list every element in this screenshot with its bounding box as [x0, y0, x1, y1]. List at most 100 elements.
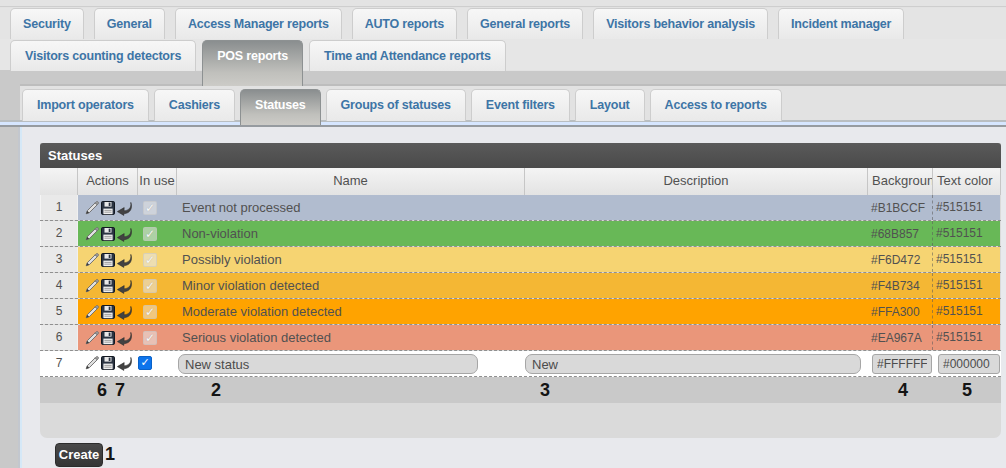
edit-pencil-icon[interactable]	[84, 226, 100, 242]
tab-general-reports[interactable]: General reports	[467, 8, 583, 39]
in-use-checkbox[interactable]: ✓	[138, 356, 152, 370]
status-table-row: 5 ✓ Moderate violation detected #FFA300 …	[40, 299, 1001, 325]
tab-cashiers[interactable]: Cashiers	[154, 89, 235, 121]
tab-access-to-reports[interactable]: Access to reports	[650, 89, 782, 121]
save-floppy-icon[interactable]	[100, 330, 116, 346]
column-header-background: Background	[868, 168, 933, 195]
tab-import-operators[interactable]: Import operators	[22, 89, 149, 121]
column-header-actions: Actions	[78, 168, 138, 195]
tab-event-filters[interactable]: Event filters	[471, 89, 570, 121]
in-use-checkbox[interactable]: ✓	[143, 201, 157, 215]
save-floppy-icon[interactable]	[100, 252, 116, 268]
tab-groups-divider	[0, 71, 1006, 86]
undo-arrow-icon[interactable]	[116, 304, 132, 320]
status-rows: 1 ✓ Event not processed #B1BCCF #515151 …	[40, 195, 1001, 351]
annotation-5: 5	[962, 380, 972, 401]
tab-time-and-attendance-reports[interactable]: Time and Attendance reports	[309, 40, 506, 71]
edit-pencil-icon[interactable]	[84, 304, 100, 320]
table-header: Actions In use Name Description Backgrou…	[40, 168, 1001, 195]
undo-arrow-icon[interactable]	[116, 278, 132, 294]
tab-visitors-counting-detectors[interactable]: Visitors counting detectors	[10, 40, 196, 71]
column-header-text-color: Text color	[933, 168, 1001, 195]
tab-security[interactable]: Security	[10, 8, 84, 39]
edit-pencil-icon[interactable]	[84, 200, 100, 216]
row-in-use: ✓	[137, 201, 176, 215]
row-number: 4	[40, 273, 78, 298]
row-in-use: ✓	[137, 279, 176, 293]
row-in-use: ✓	[137, 331, 176, 345]
row-name: Non-violation	[176, 226, 524, 241]
row-actions	[78, 226, 137, 242]
save-floppy-icon[interactable]	[100, 355, 116, 371]
row-background-hex: #F4B734	[867, 279, 932, 293]
status-table-row: 4 ✓ Minor violation detected #F4B734 #51…	[40, 273, 1001, 299]
row-background-hex: #F6D472	[867, 253, 932, 267]
in-use-checkbox[interactable]: ✓	[143, 227, 157, 241]
row-number: 3	[40, 247, 78, 272]
in-use-checkbox[interactable]: ✓	[143, 253, 157, 267]
status-table-row: 1 ✓ Event not processed #B1BCCF #515151	[40, 195, 1001, 221]
row-number: 6	[40, 325, 78, 350]
in-use-checkbox[interactable]: ✓	[143, 331, 157, 345]
row-number: 1	[40, 195, 78, 220]
create-button[interactable]: Create	[55, 443, 103, 467]
row-number: 2	[40, 221, 78, 246]
row-background-hex: #B1BCCF	[867, 201, 932, 215]
tab-statuses[interactable]: Statuses	[240, 89, 321, 125]
row-in-use: ✓	[137, 305, 176, 319]
edit-pencil-icon[interactable]	[84, 355, 100, 371]
in-use-checkbox[interactable]: ✓	[143, 279, 157, 293]
undo-arrow-icon[interactable]	[116, 252, 132, 268]
tab-groups-of-statuses[interactable]: Groups of statuses	[326, 89, 466, 121]
background-color-input[interactable]	[872, 354, 932, 374]
row-number: 7	[40, 351, 78, 376]
row-colored-area: ✓ Non-violation #68B857 #515151	[78, 221, 1000, 246]
statuses-panel: Statuses Actions In use Name Description…	[40, 143, 1001, 438]
row-text-color-hex: #515151	[932, 195, 998, 220]
row-colored-area: ✓ Minor violation detected #F4B734 #5151…	[78, 273, 1000, 298]
page: Security General Access Manager reports AUT…	[0, 0, 1006, 468]
tab-incident-manager[interactable]: Incident manager	[778, 8, 904, 39]
row-number: 5	[40, 299, 78, 324]
tab-auto-reports[interactable]: AUTO reports	[352, 8, 457, 39]
undo-arrow-icon[interactable]	[116, 226, 132, 242]
tab-access-manager-reports[interactable]: Access Manager reports	[175, 8, 342, 39]
row-actions	[78, 330, 137, 346]
description-input[interactable]	[525, 354, 861, 374]
row-name: Event not processed	[176, 200, 524, 215]
annotation-1: 1	[105, 444, 115, 465]
status-table-row: 6 ✓ Serious violation detected #EA967A #…	[40, 325, 1001, 351]
save-floppy-icon[interactable]	[100, 304, 116, 320]
undo-arrow-icon[interactable]	[116, 330, 132, 346]
tab-general[interactable]: General	[94, 8, 165, 39]
undo-arrow-icon[interactable]	[116, 200, 132, 216]
edit-pencil-icon[interactable]	[84, 330, 100, 346]
main-tabs-row1: Security General Access Manager reports AUT…	[10, 8, 904, 39]
row-name: Possibly violation	[176, 252, 524, 267]
row-colored-area: ✓ Serious violation detected #EA967A #51…	[78, 325, 1000, 350]
row-name: Serious violation detected	[176, 330, 524, 345]
new-status-row: 7 ✓	[40, 351, 1001, 377]
row-background-hex: #FFA300	[867, 305, 932, 319]
undo-arrow-icon[interactable]	[116, 355, 132, 371]
name-input[interactable]	[178, 354, 478, 374]
row-text-color-hex: #515151	[932, 247, 998, 272]
pos-sub-tabs: Import operatorsCashiersStatusesGroups o…	[22, 89, 782, 121]
tab-layout[interactable]: Layout	[575, 89, 645, 121]
edit-pencil-icon[interactable]	[84, 278, 100, 294]
annotation-7: 7	[115, 380, 125, 401]
row-actions	[78, 252, 137, 268]
text-color-input[interactable]	[938, 354, 1000, 374]
save-floppy-icon[interactable]	[100, 226, 116, 242]
row-background-hex: #68B857	[867, 227, 932, 241]
row-actions	[78, 304, 137, 320]
row-colored-area: ✓ Possibly violation #F6D472 #515151	[78, 247, 1000, 272]
tab-visitors-behavior-analysis[interactable]: Visitors behavior analysis	[593, 8, 768, 39]
save-floppy-icon[interactable]	[100, 200, 116, 216]
column-header-in-use: In use	[138, 168, 177, 195]
column-header-description: Description	[525, 168, 868, 195]
tab-pos-reports[interactable]: POS reports	[202, 40, 303, 86]
in-use-checkbox[interactable]: ✓	[143, 305, 157, 319]
save-floppy-icon[interactable]	[100, 278, 116, 294]
edit-pencil-icon[interactable]	[84, 252, 100, 268]
